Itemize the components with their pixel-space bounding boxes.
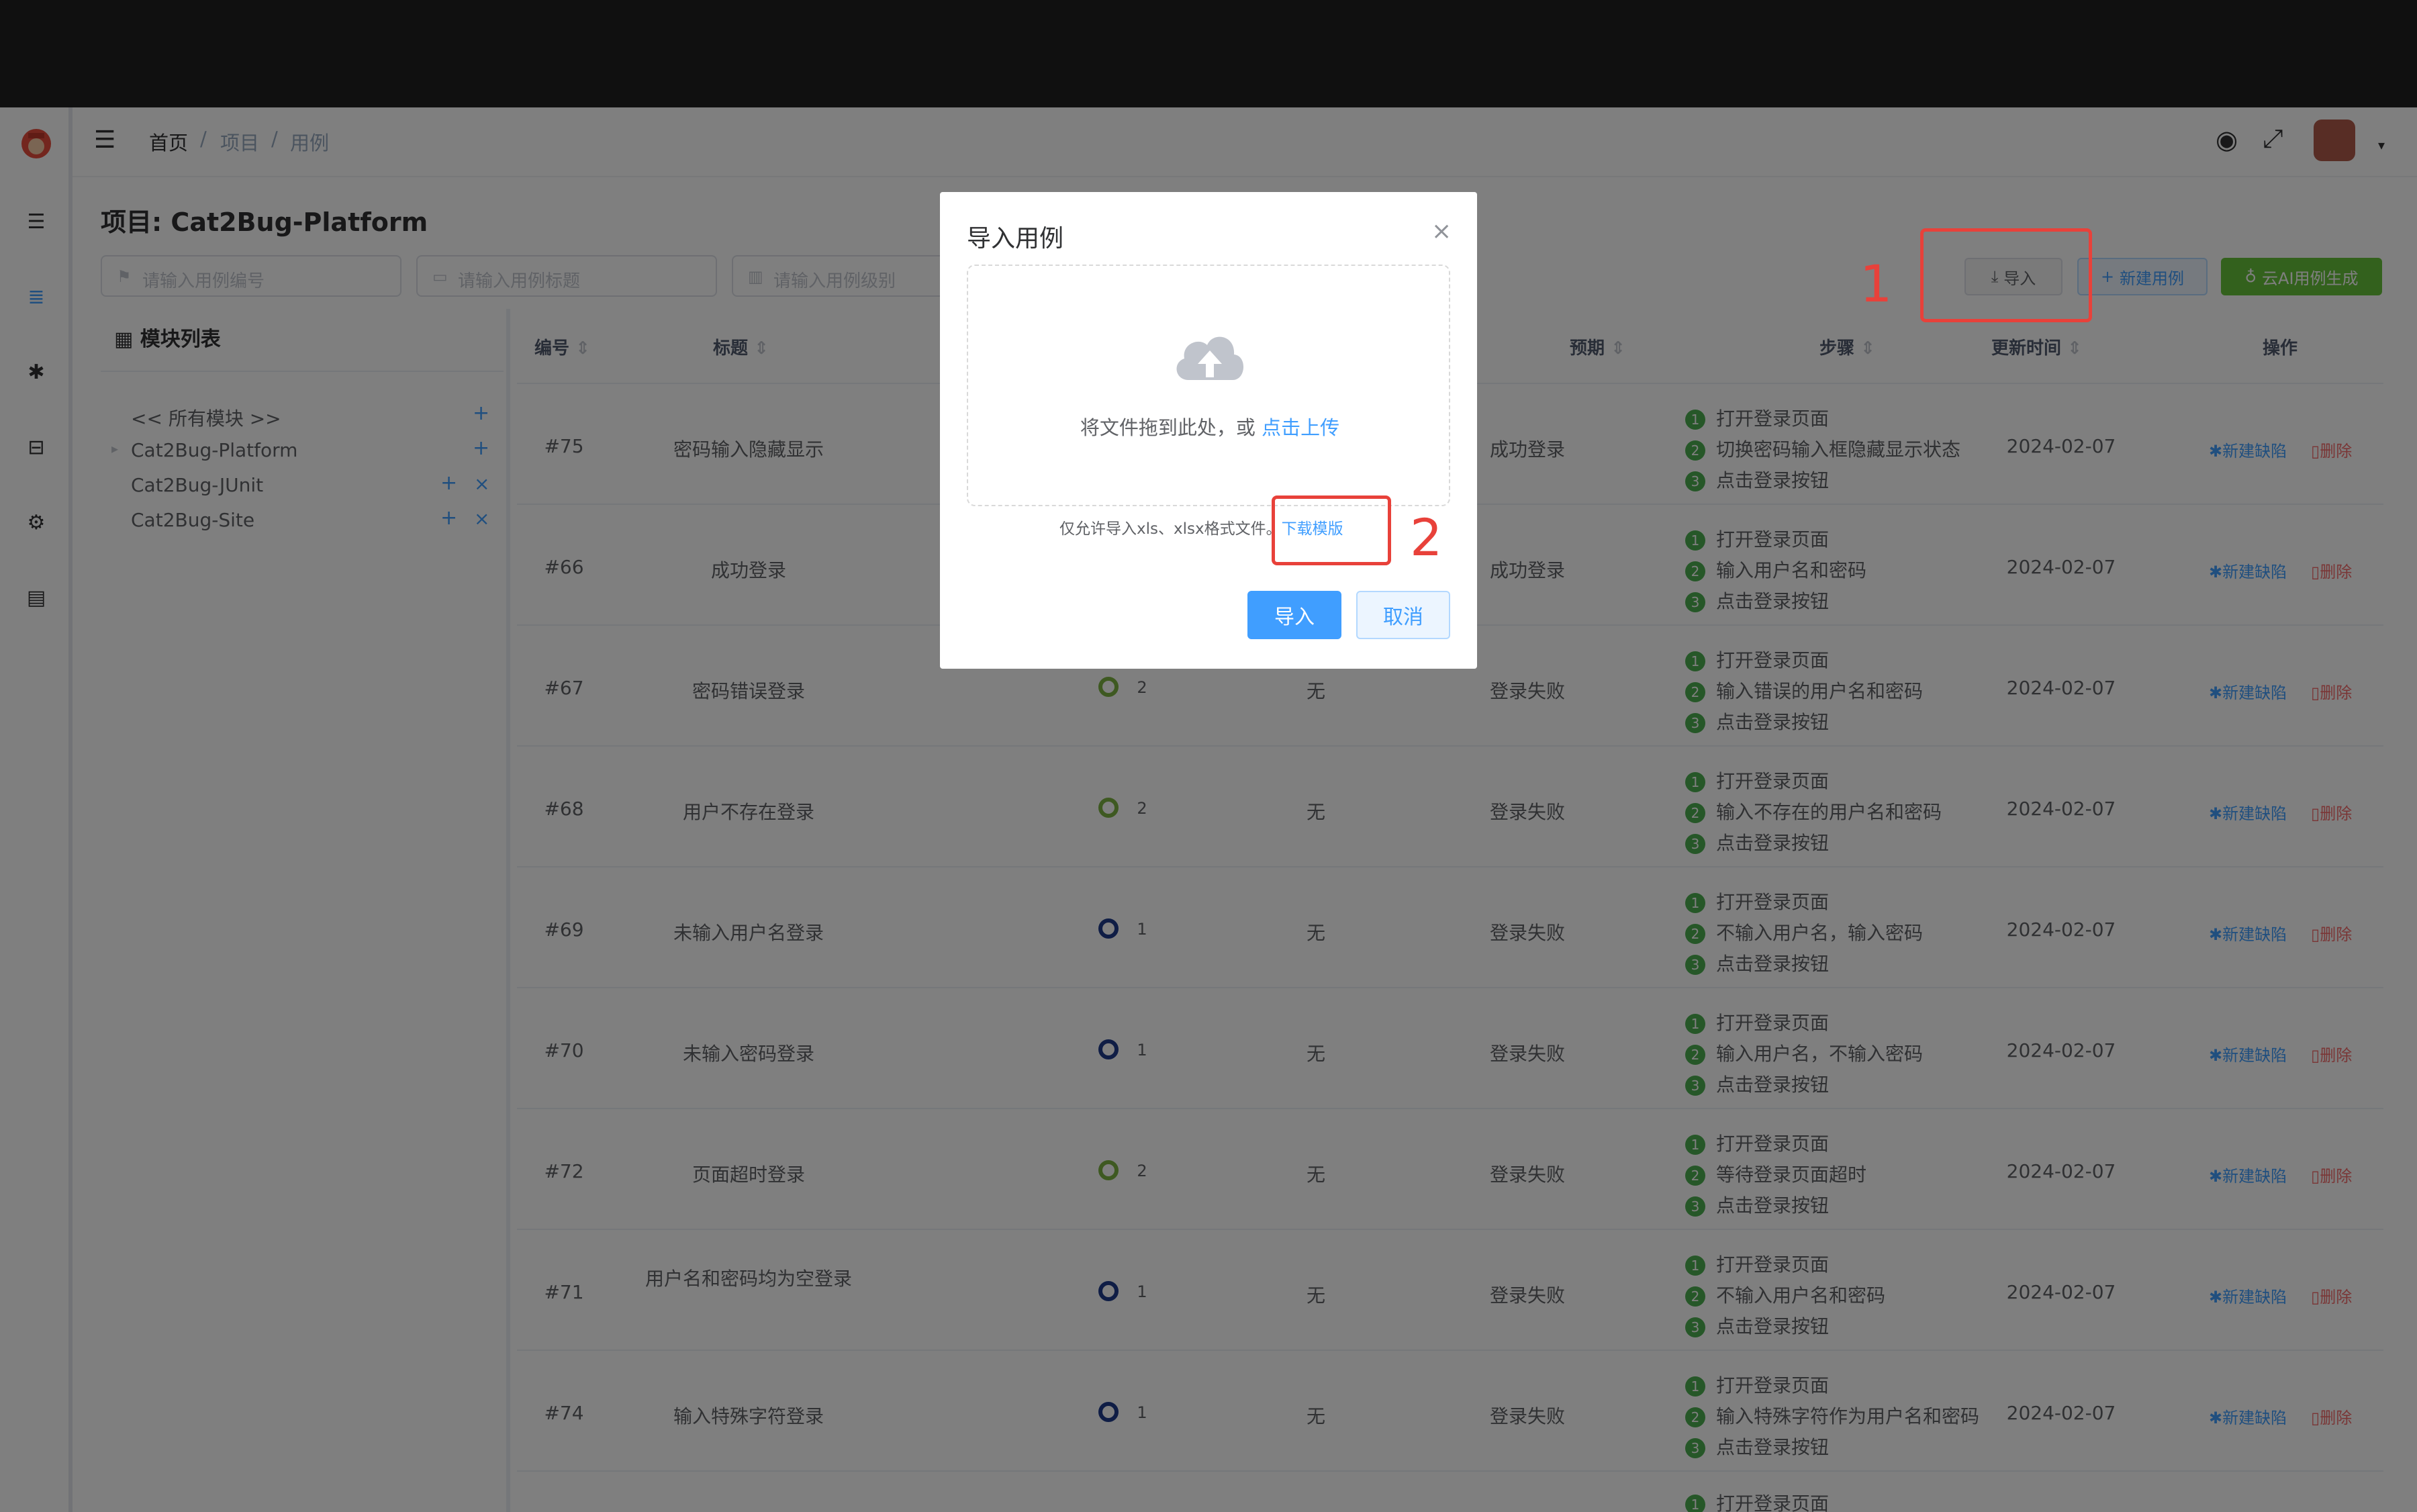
drop-text: 将文件拖到此处，或 — [1080, 416, 1262, 439]
upload-dropzone[interactable]: 将文件拖到此处，或 点击上传 — [967, 265, 1450, 506]
import-dialog: 导入用例 × 将文件拖到此处，或 点击上传 仅允许导入xls、xlsx格式文件。… — [940, 192, 1477, 669]
dialog-title: 导入用例 — [967, 225, 1064, 252]
annotation-box-1 — [1920, 228, 2092, 322]
cloud-upload-icon — [1170, 321, 1250, 388]
tip-text: 仅允许导入xls、xlsx格式文件。 — [1059, 520, 1282, 538]
annotation-box-2 — [1272, 495, 1391, 565]
cancel-button[interactable]: 取消 — [1356, 591, 1450, 639]
confirm-import-button[interactable]: 导入 — [1247, 591, 1341, 639]
click-upload-link[interactable]: 点击上传 — [1262, 416, 1339, 439]
annotation-label-1: 1 — [1860, 254, 1893, 314]
drop-instructions: 将文件拖到此处，或 点击上传 — [968, 412, 1452, 440]
close-icon[interactable]: × — [1431, 218, 1452, 245]
annotation-label-2: 2 — [1410, 508, 1443, 567]
